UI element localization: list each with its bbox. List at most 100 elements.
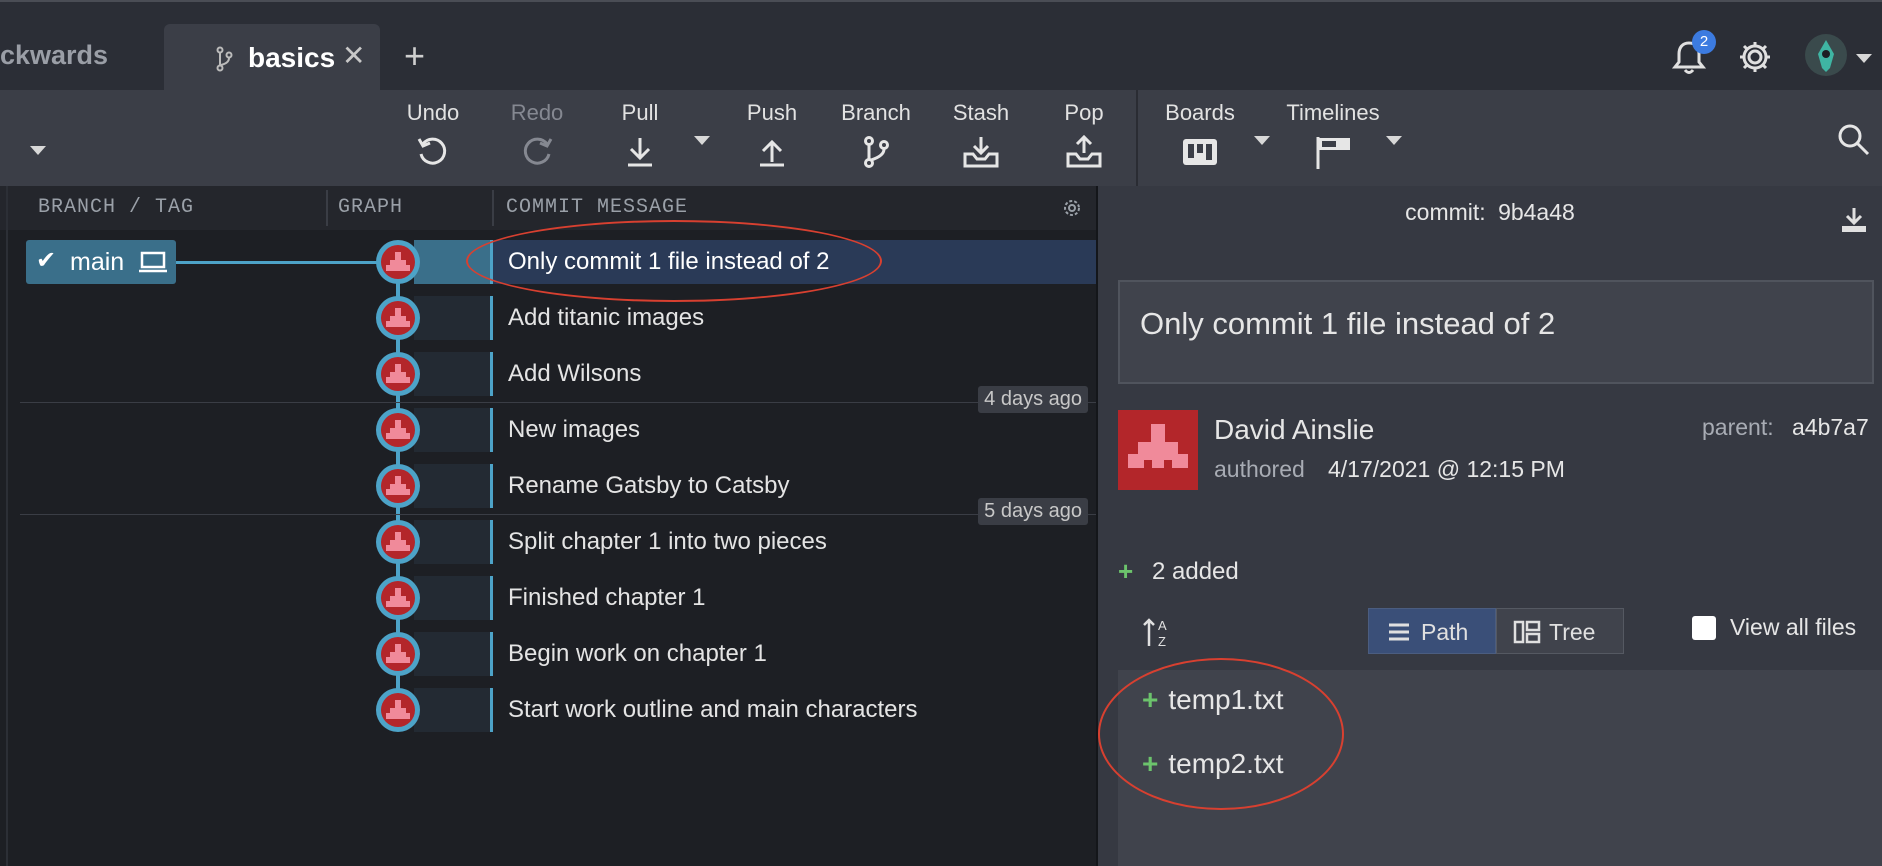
boards-button[interactable]: Boards [1160,100,1240,170]
commit-row[interactable]: Start work outline and main characters [414,688,1096,732]
branch-name: main [70,248,125,276]
commit-row[interactable]: Add Wilsons [414,352,1096,396]
commit-node-avatar[interactable] [376,464,420,508]
boards-chevron-icon[interactable] [1254,136,1270,145]
authored-label: authored [1214,456,1305,482]
branch-button[interactable]: Branch [836,100,916,170]
stash-button[interactable]: Stash [944,100,1018,170]
close-tab-button[interactable]: ✕ [342,42,365,70]
pull-icon [628,138,652,167]
gear-icon [1064,200,1080,216]
column-header-graph[interactable]: GRAPH [338,186,403,230]
commit-header: commit: 9b4a48 [1098,186,1882,238]
column-header-branch-tag[interactable]: BRANCH / TAG [38,186,194,230]
commit-node-avatar[interactable] [376,408,420,452]
author-avatar [1118,410,1198,490]
parent-label: parent: [1702,414,1774,440]
pop-label: Pop [1064,100,1104,125]
boards-label: Boards [1165,100,1235,125]
parent-sha[interactable]: a4b7a7 [1792,414,1869,441]
commit-message: Rename Gatsby to Catsby [508,472,790,499]
added-plus-icon: + [1118,556,1134,586]
branch-label-main[interactable]: ✔ main [26,240,176,284]
row-graph-shade [414,576,490,620]
column-divider[interactable] [326,190,328,226]
push-button[interactable]: Push [736,100,808,170]
timelines-label: Timelines [1286,100,1380,125]
commit-node-avatar[interactable] [376,352,420,396]
commit-row[interactable]: Split chapter 1 into two pieces [414,520,1096,564]
commit-row[interactable]: Begin work on chapter 1 [414,632,1096,676]
row-accent-bar [490,408,493,452]
gear-icon [1740,42,1770,72]
commit-node-avatar[interactable] [376,296,420,340]
toolbar: Undo Redo Pull Push Branch Stash Pop Boa… [0,90,1882,186]
tree-view-button[interactable]: Tree [1496,608,1624,654]
added-summary: 2 added [1152,558,1239,585]
checkmark-icon: ✔ [36,247,57,274]
settings-button[interactable] [1738,40,1772,79]
branch-label: Branch [841,100,911,125]
download-icon [1842,208,1866,232]
undo-button[interactable]: Undo [396,100,470,170]
commit-row[interactable]: Add titanic images [414,296,1096,340]
annotation-ellipse [466,220,882,302]
list-icon [1387,609,1411,670]
profile-menu[interactable] [1804,32,1872,83]
search-button[interactable] [1836,122,1872,163]
timelines-icon [1316,137,1350,169]
path-view-button[interactable]: Path [1368,608,1496,654]
tab-label: basics [248,42,336,73]
pull-label: Pull [621,100,659,125]
view-all-files-label[interactable]: View all files [1730,614,1856,641]
new-tab-button[interactable]: + [404,38,425,74]
commit-label: commit: [1405,199,1486,225]
pull-options-chevron-icon[interactable] [694,136,710,145]
sort-az-icon: AZ [1143,618,1167,649]
avatar-icon [1805,34,1847,76]
column-settings-button[interactable] [1062,198,1082,223]
timelines-button[interactable]: Timelines [1282,100,1384,170]
row-graph-shade [414,352,490,396]
commit-node-avatar[interactable] [376,576,420,620]
commit-message: Begin work on chapter 1 [508,640,767,667]
pop-icon [1066,134,1102,168]
tab-label: ckwards [0,40,109,70]
tab-backwards[interactable]: ckwards [0,22,162,92]
commit-node-avatar[interactable] [376,688,420,732]
row-graph-shade [414,520,490,564]
tree-icon [1513,609,1541,670]
pop-button[interactable]: Pop [1050,100,1118,170]
row-graph-shade [414,296,490,340]
push-label: Push [746,100,798,125]
commit-node-avatar[interactable] [376,240,420,284]
sort-button[interactable]: AZ [1142,614,1176,655]
notifications-button[interactable]: 2 [1671,30,1716,81]
row-graph-shade [414,408,490,452]
timelines-chevron-icon[interactable] [1386,136,1402,145]
commit-message: New images [508,416,641,443]
download-button[interactable] [1840,206,1868,239]
commit-sha[interactable]: 9b4a48 [1498,199,1575,225]
commit-message: Finished chapter 1 [508,584,706,611]
redo-button[interactable]: Redo [500,100,574,170]
laptop-icon [138,250,168,279]
pull-button[interactable]: Pull [608,100,672,170]
push-icon [760,139,784,167]
commit-row[interactable]: New images [414,408,1096,452]
tab-basics[interactable]: basics ✕ [164,24,380,92]
commit-row[interactable]: Finished chapter 1 [414,576,1096,620]
commit-row[interactable]: Rename Gatsby to Catsby [414,464,1096,508]
commit-message-box[interactable]: Only commit 1 file instead of 2 [1118,280,1874,384]
tab-bar: ckwards basics ✕ + 2 [0,0,1882,92]
commit-message: Add titanic images [508,304,705,331]
chevron-down-icon[interactable] [30,146,46,155]
commit-message: Start work outline and main characters [508,696,918,723]
tree-label: Tree [1549,619,1596,645]
column-divider[interactable] [492,190,494,226]
row-accent-bar [490,296,493,340]
boards-icon [1183,139,1217,165]
commit-node-avatar[interactable] [376,632,420,676]
commit-node-avatar[interactable] [376,520,420,564]
view-all-files-checkbox[interactable] [1692,616,1716,640]
